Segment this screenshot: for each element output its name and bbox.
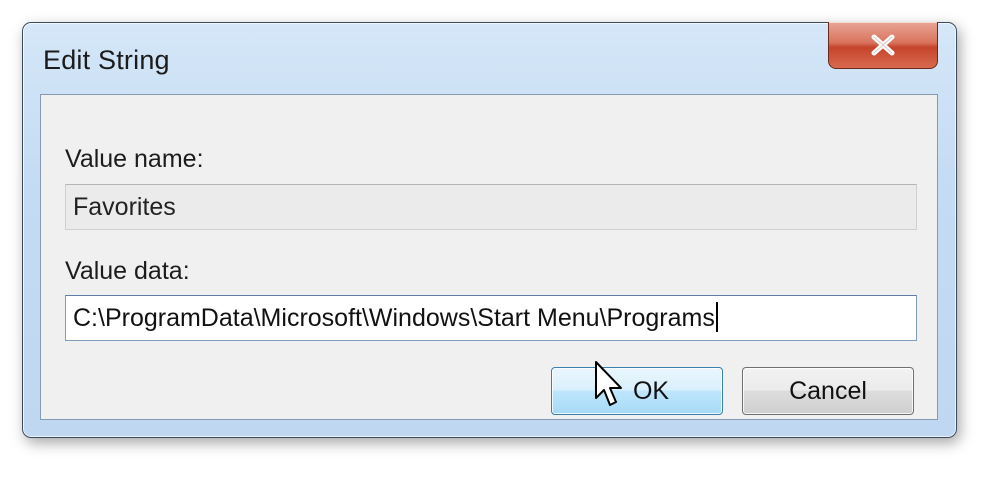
ok-button-label: OK xyxy=(632,376,670,405)
dialog-body: Value name: Favorites Value data: C:\Pro… xyxy=(40,94,938,420)
edit-string-dialog: Edit String Value name: Favorites Value … xyxy=(22,22,957,438)
cancel-button-label: Cancel xyxy=(789,376,867,405)
value-data-text: C:\ProgramData\Microsoft\Windows\Start M… xyxy=(73,304,715,332)
value-name-label: Value name: xyxy=(65,145,204,173)
value-name-text: Favorites xyxy=(73,193,176,221)
value-data-label: Value data: xyxy=(65,257,190,285)
cancel-button[interactable]: Cancel xyxy=(742,367,914,415)
dialog-title: Edit String xyxy=(43,45,170,75)
value-data-input[interactable]: C:\ProgramData\Microsoft\Windows\Start M… xyxy=(65,295,917,341)
close-icon xyxy=(870,34,896,56)
value-name-field: Favorites xyxy=(65,184,917,230)
close-button[interactable] xyxy=(828,22,938,69)
title-bar[interactable]: Edit String xyxy=(23,22,956,95)
text-caret xyxy=(715,302,718,333)
ok-button[interactable]: OK xyxy=(551,367,723,415)
